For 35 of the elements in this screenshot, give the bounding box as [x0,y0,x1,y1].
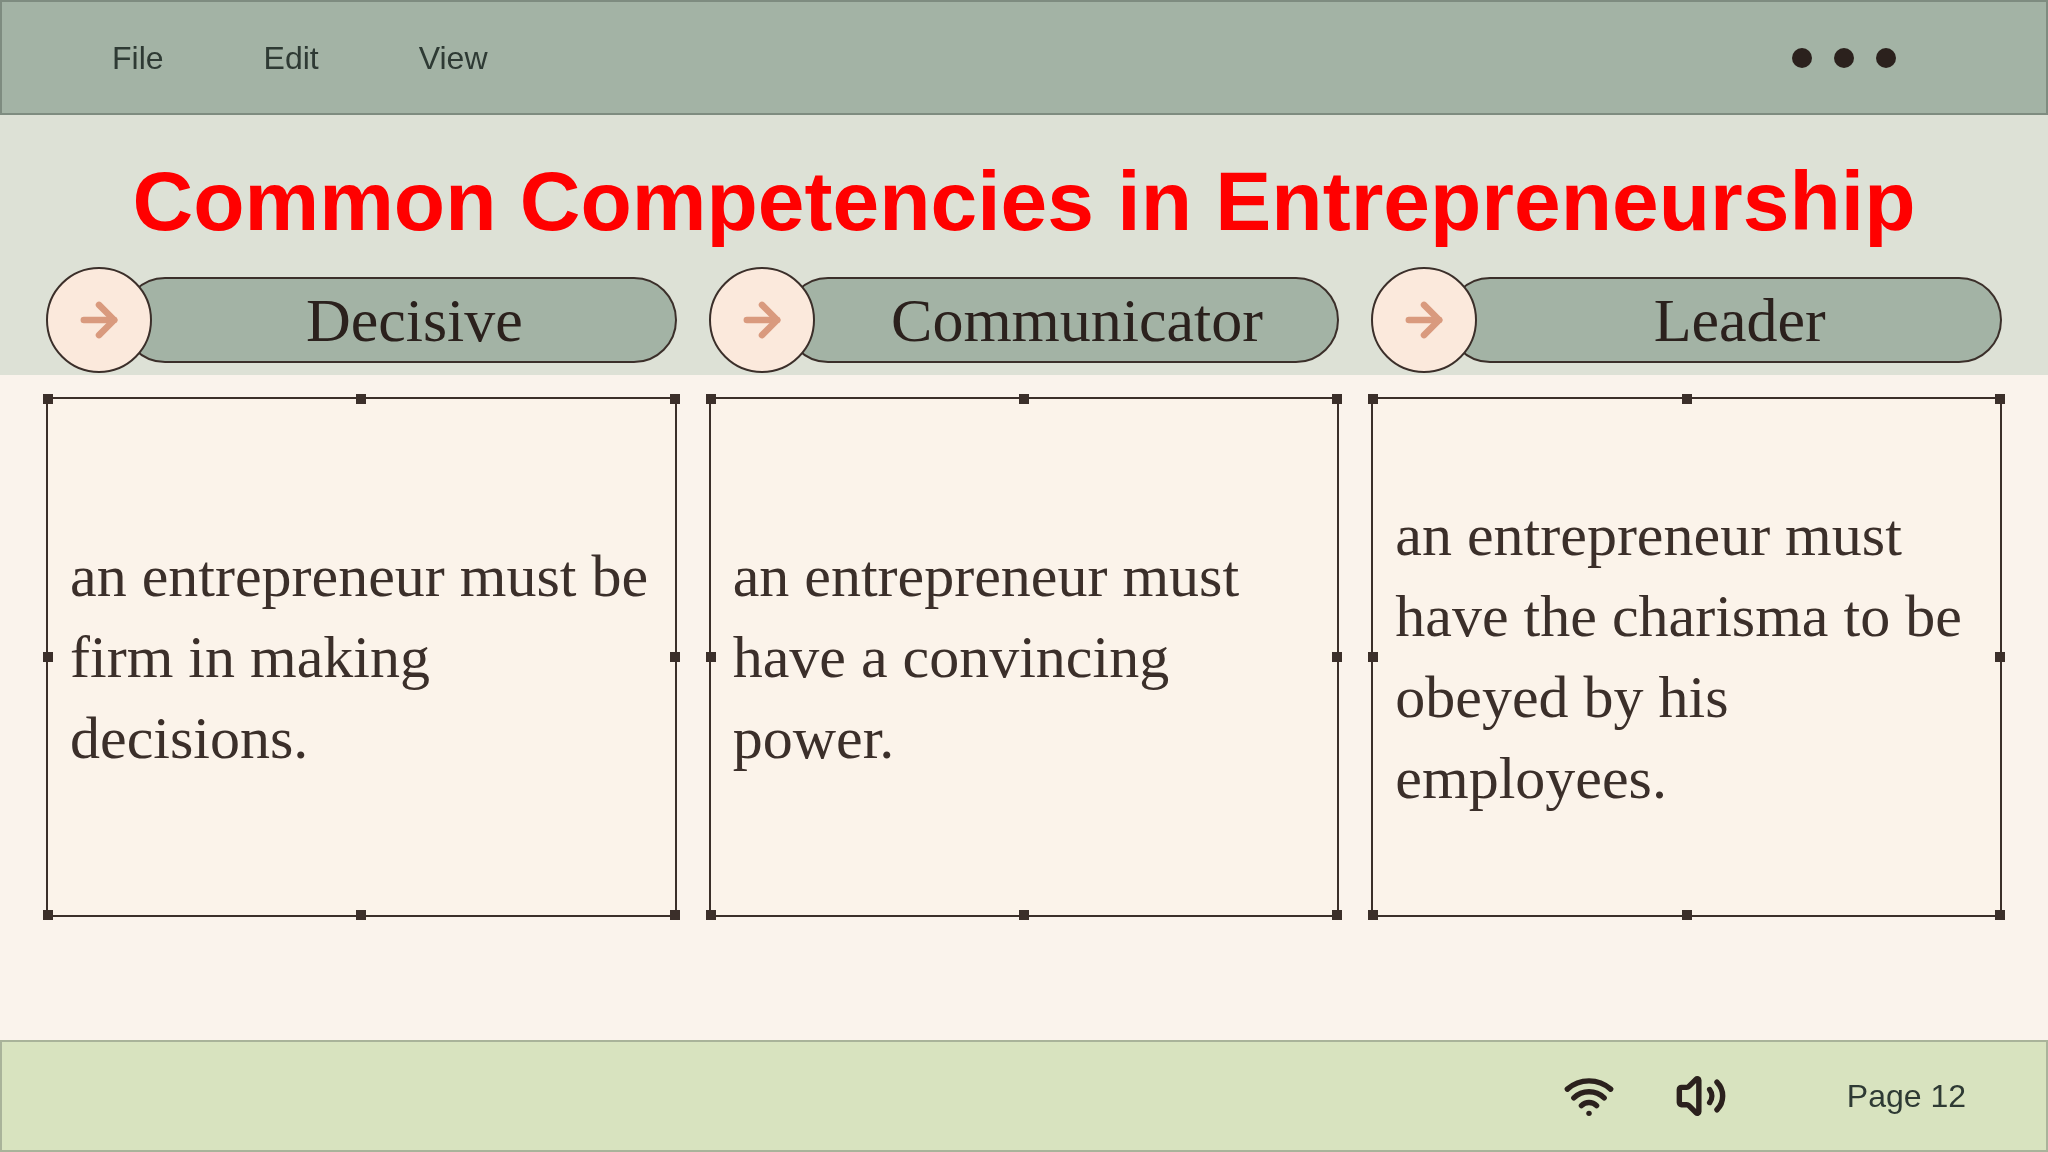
resize-handle[interactable] [1332,652,1343,663]
menu-item[interactable]: File [112,33,164,82]
resize-handle[interactable] [1368,652,1379,663]
resize-handle[interactable] [1332,910,1343,921]
resize-handle[interactable] [669,652,680,663]
resize-handle[interactable] [356,910,367,921]
card-heading: Decisive [305,289,523,352]
resize-handle[interactable] [705,910,716,921]
menu-item[interactable]: View [418,33,488,82]
resize-handle[interactable] [669,394,680,405]
card-heading: Communicator [891,289,1263,352]
resize-handle[interactable] [1368,910,1379,921]
resize-handle[interactable] [1019,394,1029,405]
resize-handle[interactable] [43,910,53,921]
card-text: an entrepreneur must have a convincing power. [732,541,1241,773]
resize-handle[interactable] [705,394,716,405]
resize-handle[interactable] [705,652,716,663]
card-text: an entrepreneur must have the charisma to be obeyed by his employees. [1395,501,1963,814]
resize-handle[interactable] [1332,394,1343,405]
page-number: Page 12 [1846,1077,1966,1116]
resize-handle[interactable] [43,652,53,663]
resize-handle[interactable] [1995,394,2005,405]
card-text: an entrepreneur must be firm in making decisions. [70,541,650,773]
resize-handle[interactable] [43,394,53,405]
resize-handle[interactable] [1368,394,1379,405]
resize-handle[interactable] [669,910,680,921]
resize-handle[interactable] [1019,910,1029,921]
resize-handle[interactable] [356,394,367,405]
menu-item[interactable]: Edit [263,33,319,82]
resize-handle[interactable] [1681,394,1692,405]
resize-handle[interactable] [1995,652,2005,663]
slide-title: Common Competencies in Entrepreneurship [131,155,1917,248]
resize-handle[interactable] [1995,910,2005,921]
resize-handle[interactable] [1681,910,1692,921]
card-heading: Leader [1653,289,1826,352]
